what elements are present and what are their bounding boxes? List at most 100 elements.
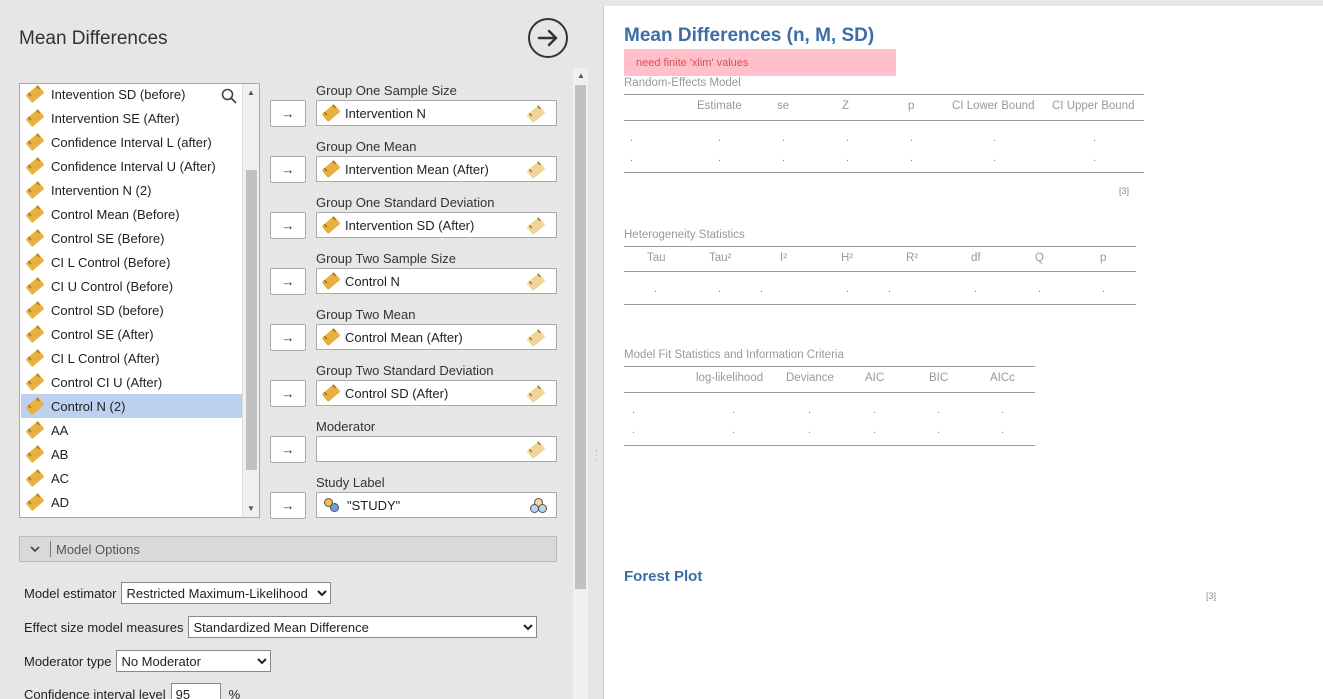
continuous-variable-icon <box>25 493 45 511</box>
group-two-sd-field[interactable]: Control SD (After) <box>316 380 557 406</box>
list-item[interactable]: CI L Control (Before) <box>21 250 243 274</box>
study-label-field[interactable]: "STUDY" <box>316 492 557 518</box>
list-item[interactable]: CI L Control (After) <box>21 346 243 370</box>
table-cell: . <box>993 152 997 164</box>
table-cell: . <box>1001 424 1005 436</box>
scroll-down-icon[interactable]: ▼ <box>247 504 255 513</box>
continuous-type-icon <box>526 273 546 291</box>
move-to-group-two-sd-button[interactable]: → <box>270 380 306 407</box>
group-two-mean-field[interactable]: Control Mean (After) <box>316 324 557 350</box>
continuous-variable-icon <box>25 277 45 295</box>
table-cell: . <box>910 152 914 164</box>
close-analysis-icon[interactable] <box>528 18 568 58</box>
separator <box>50 541 51 557</box>
scrollbar-thumb[interactable] <box>246 170 257 470</box>
continuous-variable-icon <box>321 160 341 178</box>
column-header: CI Lower Bound <box>952 100 1035 112</box>
table-cell: . <box>846 283 850 295</box>
group-one-mean-field[interactable]: Intervention Mean (After) <box>316 156 557 182</box>
heterogeneity-title[interactable]: Heterogeneity Statistics <box>624 229 745 241</box>
list-item[interactable]: Confidence Interval U (After) <box>21 154 243 178</box>
group-one-n-field[interactable]: Intervention N <box>316 100 557 126</box>
moderator-field[interactable] <box>316 436 557 462</box>
list-item[interactable]: Intervention SE (After) <box>21 106 243 130</box>
continuous-variable-icon <box>25 397 45 415</box>
ci-level-input[interactable] <box>170 683 221 699</box>
move-to-group-two-n-button[interactable]: → <box>270 268 306 295</box>
list-item[interactable]: AA <box>21 418 243 442</box>
error-message: need finite 'xlim' values <box>624 49 896 76</box>
list-item[interactable]: Control SE (After) <box>21 322 243 346</box>
random-effects-title[interactable]: Random-Effects Model <box>624 77 741 89</box>
forest-plot-title[interactable]: Forest Plot <box>624 568 702 585</box>
panel-resize-handle[interactable]: · · · <box>590 0 603 699</box>
search-icon[interactable] <box>221 88 237 107</box>
table-cell: . <box>888 283 892 295</box>
group-one-sd-field[interactable]: Intervention SD (After) <box>316 212 557 238</box>
analysis-title: Mean Differences <box>19 28 168 49</box>
continuous-variable-icon <box>25 85 45 103</box>
scroll-up-icon[interactable]: ▲ <box>247 88 255 97</box>
table-rule <box>624 304 1136 305</box>
continuous-type-icon <box>526 441 546 459</box>
table-cell: . <box>937 404 941 416</box>
continuous-variable-icon <box>25 301 45 319</box>
options-panel-scrollbar[interactable]: ▲ <box>573 68 588 699</box>
list-item[interactable]: AD <box>21 490 243 514</box>
chevron-down-icon <box>20 542 50 556</box>
list-item[interactable]: Intervention N (2) <box>21 178 243 202</box>
group-one-sd-label: Group One Standard Deviation <box>316 195 495 210</box>
list-item-selected[interactable]: Control N (2) <box>21 394 243 418</box>
analysis-options-panel: Mean Differences Intevention SD (before)… <box>0 0 590 699</box>
model-fit-title[interactable]: Model Fit Statistics and Information Cri… <box>624 349 844 361</box>
continuous-type-icon <box>526 329 546 347</box>
table-cell: . <box>873 424 877 436</box>
move-to-moderator-button[interactable]: → <box>270 436 306 463</box>
list-item[interactable]: Confidence Interval L (after) <box>21 130 243 154</box>
table-rule <box>624 445 1035 446</box>
moderator-label: Moderator <box>316 419 376 434</box>
list-item[interactable]: Control SD (before) <box>21 298 243 322</box>
list-item[interactable]: AC <box>21 466 243 490</box>
arrow-right-icon: → <box>281 274 295 289</box>
variable-list-scrollbar[interactable]: ▲ ▼ <box>242 84 259 517</box>
column-header: se <box>777 100 790 112</box>
group-two-n-field[interactable]: Control N <box>316 268 557 294</box>
model-estimator-row: Model estimator Restricted Maximum-Likel… <box>24 582 332 604</box>
table-cell: . <box>1038 283 1042 295</box>
continuous-variable-icon <box>25 325 45 343</box>
nominal-text-variable-icon <box>323 497 343 513</box>
effect-size-label: Effect size model measures <box>24 619 184 635</box>
list-item[interactable]: CI U Control (Before) <box>21 274 243 298</box>
model-estimator-select[interactable]: Restricted Maximum-Likelihood <box>121 582 332 604</box>
continuous-variable-icon <box>321 328 341 346</box>
effect-size-select[interactable]: Standardized Mean Difference <box>188 616 538 638</box>
move-to-group-one-sd-button[interactable]: → <box>270 212 306 239</box>
list-item[interactable]: Intevention SD (before) <box>21 84 243 106</box>
move-to-group-one-n-button[interactable]: → <box>270 100 306 127</box>
table-cell: . <box>718 132 722 144</box>
column-header: Q <box>1035 252 1044 264</box>
scrollbar-thumb[interactable] <box>575 85 586 589</box>
table-cell: . <box>654 283 658 295</box>
model-options-section-toggle[interactable]: Model Options <box>19 536 557 562</box>
move-to-group-two-mean-button[interactable]: → <box>270 324 306 351</box>
results-title[interactable]: Mean Differences (n, M, SD) <box>624 25 874 47</box>
scroll-up-icon[interactable]: ▲ <box>577 71 585 80</box>
model-estimator-label: Model estimator <box>24 585 117 601</box>
moderator-type-select[interactable]: No Moderator <box>116 650 272 672</box>
variable-list[interactable]: Intevention SD (before) Intervention SE … <box>19 83 260 518</box>
column-header: AICc <box>990 372 1015 384</box>
group-one-mean-label: Group One Mean <box>316 139 417 154</box>
continuous-variable-icon <box>25 445 45 463</box>
list-item[interactable]: AB <box>21 442 243 466</box>
list-item[interactable]: Control Mean (Before) <box>21 202 243 226</box>
column-header: AIC <box>865 372 885 384</box>
list-item[interactable]: Control SE (Before) <box>21 226 243 250</box>
list-item[interactable]: Control CI U (After) <box>21 370 243 394</box>
move-to-group-one-mean-button[interactable]: → <box>270 156 306 183</box>
move-to-study-label-button[interactable]: → <box>270 492 306 519</box>
table-cell: . <box>910 132 914 144</box>
table-cell: . <box>630 132 634 144</box>
table-cell: . <box>630 152 634 164</box>
